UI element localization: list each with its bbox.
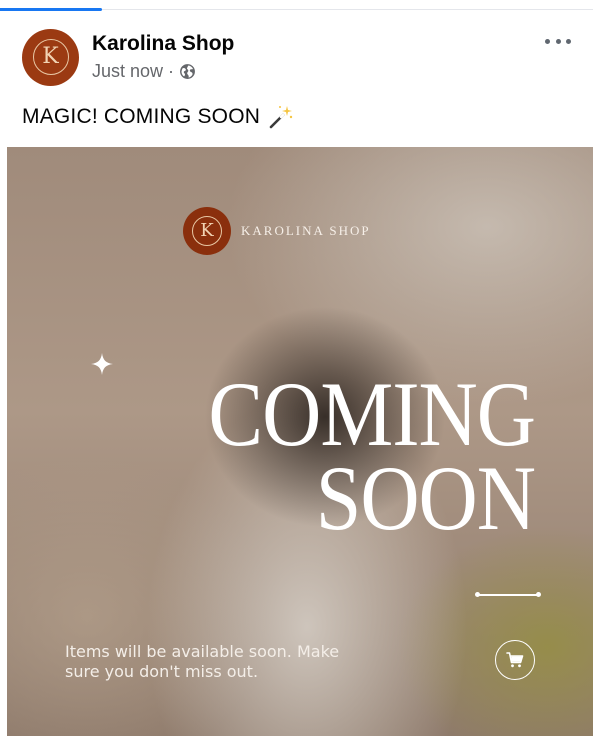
magic-wand-icon [269, 106, 293, 129]
brand-logo: K [183, 207, 231, 255]
shopping-cart-button [495, 640, 535, 680]
avatar-monogram: K [32, 39, 69, 75]
post-header: K Karolina Shop Just now · [22, 28, 234, 86]
avatar[interactable]: K [22, 28, 79, 86]
brand-name: KAROLINA SHOP [241, 223, 371, 238]
tagline: Items will be available soon. Make sure … [65, 642, 340, 681]
sparkle-icon [91, 353, 113, 375]
post-image[interactable]: K KAROLINA SHOP COMING SOON Items will b… [7, 147, 593, 736]
author-name[interactable]: Karolina Shop [92, 31, 234, 57]
more-horizontal-icon [545, 38, 550, 44]
post-caption: MAGIC! COMING SOON [22, 104, 294, 130]
post-caption-text: MAGIC! COMING SOON [22, 105, 261, 128]
meta-separator: · [168, 61, 175, 81]
active-tab-indicator [0, 8, 102, 11]
more-options-button[interactable] [545, 32, 571, 50]
headline-soon: SOON [315, 447, 536, 550]
decorative-divider [475, 592, 541, 597]
more-horizontal-icon-dot [555, 38, 561, 44]
post-timestamp[interactable]: Just now [92, 59, 163, 83]
post-header-text: Karolina Shop Just now · [92, 31, 234, 83]
globe-icon[interactable] [179, 63, 196, 80]
brand-header: K KAROLINA SHOP [183, 207, 371, 255]
brand-monogram: K [192, 216, 222, 246]
facebook-post-page: K Karolina Shop Just now · MAGIC! COMING… [0, 0, 593, 736]
more-horizontal-icon-dot [566, 38, 571, 44]
post-meta: Just now · [92, 59, 234, 83]
shopping-cart-icon [506, 652, 524, 668]
